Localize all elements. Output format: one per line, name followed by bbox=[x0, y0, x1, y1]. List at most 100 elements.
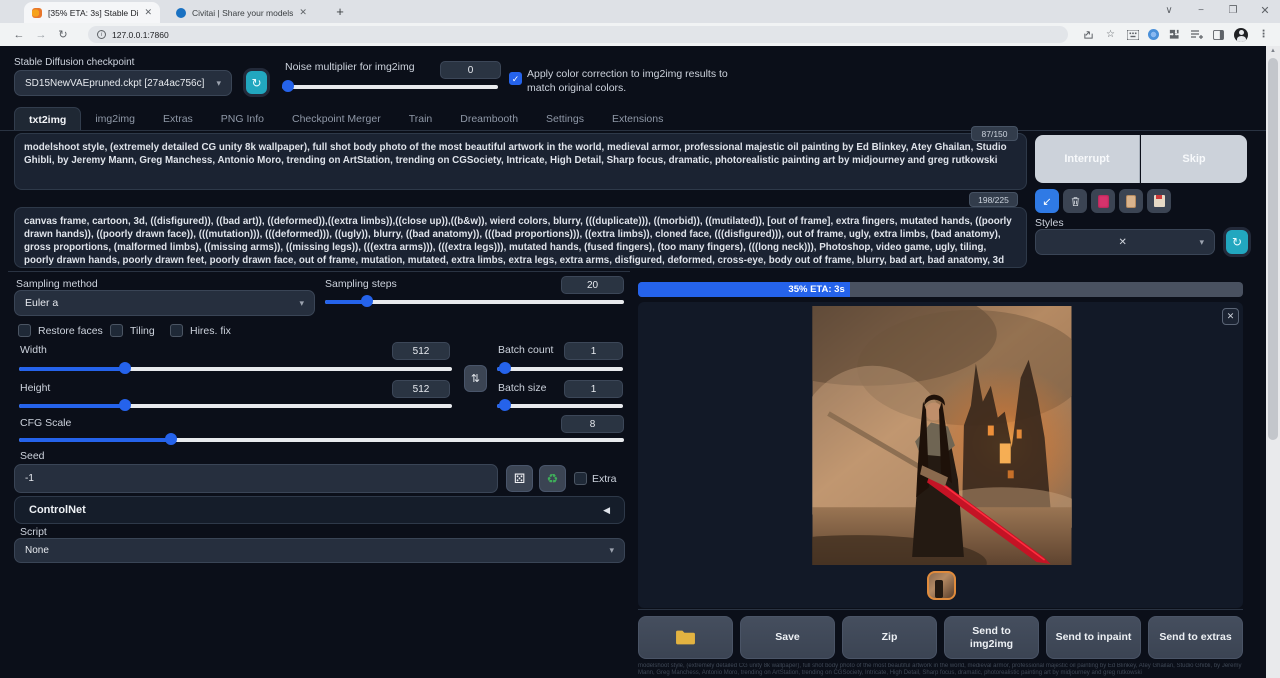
tab-settings[interactable]: Settings bbox=[532, 107, 598, 131]
noise-multiplier-label: Noise multiplier for img2img bbox=[285, 61, 415, 73]
window-close-button[interactable]: ✕ bbox=[1250, 0, 1280, 23]
tab-dreambooth[interactable]: Dreambooth bbox=[446, 107, 532, 131]
seed-input[interactable]: -1 bbox=[14, 464, 498, 493]
batch-count-input[interactable]: 1 bbox=[564, 342, 623, 360]
tab-checkpoint-merger[interactable]: Checkpoint Merger bbox=[278, 107, 395, 131]
save-icon bbox=[1154, 195, 1165, 207]
color-correction-checkbox[interactable]: ✓ bbox=[509, 72, 522, 85]
browser-menu-icon[interactable]: ⋮ bbox=[1257, 28, 1270, 41]
bookmark-star-icon[interactable]: ☆ bbox=[1104, 28, 1117, 41]
negative-token-counter: 198/225 bbox=[969, 192, 1018, 207]
share-icon[interactable] bbox=[1082, 28, 1095, 41]
color-correction-label: Apply color correction to img2img result… bbox=[527, 67, 737, 95]
window-chevron-icon[interactable]: ∨ bbox=[1154, 0, 1184, 23]
noise-multiplier-slider[interactable] bbox=[282, 80, 498, 92]
browser-tabstrip: [35% ETA: 3s] Stable Diffusion ✕ Civitai… bbox=[0, 0, 1280, 23]
page-info-icon[interactable]: i bbox=[97, 30, 106, 39]
extra-networks-button[interactable] bbox=[1091, 189, 1115, 213]
hires-fix-checkbox[interactable] bbox=[170, 324, 183, 337]
side-panel-icon[interactable] bbox=[1212, 28, 1225, 41]
sampling-steps-input[interactable]: 20 bbox=[561, 276, 624, 294]
reload-icon[interactable]: ↻ bbox=[52, 28, 74, 41]
window-minimize-button[interactable]: − bbox=[1186, 0, 1216, 23]
save-style-button[interactable] bbox=[1147, 189, 1171, 213]
generated-image[interactable] bbox=[812, 306, 1072, 565]
back-icon[interactable]: ← bbox=[8, 29, 30, 41]
send-to-img2img-button[interactable]: Send to img2img bbox=[944, 616, 1039, 659]
batch-count-slider[interactable] bbox=[497, 362, 623, 374]
refresh-checkpoint-button[interactable]: ↻ bbox=[246, 71, 267, 94]
send-to-extras-button[interactable]: Send to extras bbox=[1148, 616, 1243, 659]
tiling-checkbox[interactable] bbox=[110, 324, 123, 337]
restore-faces-checkbox[interactable] bbox=[18, 324, 31, 337]
prompt-textarea[interactable]: modelshoot style, (extremely detailed CG… bbox=[14, 133, 1027, 190]
window-maximize-button[interactable]: ❐ bbox=[1218, 0, 1248, 23]
browser-tab-civitai[interactable]: Civitai | Share your models ✕ bbox=[168, 2, 320, 23]
controlnet-accordion[interactable]: ControlNet ◀ bbox=[14, 496, 625, 524]
skip-button[interactable]: Skip bbox=[1141, 135, 1247, 183]
noise-multiplier-input[interactable]: 0 bbox=[440, 61, 501, 79]
interrupt-button[interactable]: Interrupt bbox=[1035, 135, 1140, 183]
browser-tab-stable-diffusion[interactable]: [35% ETA: 3s] Stable Diffusion ✕ bbox=[24, 2, 160, 23]
tab-train[interactable]: Train bbox=[395, 107, 447, 131]
scrollbar-up-icon[interactable]: ▲ bbox=[1266, 48, 1280, 54]
apply-style-button[interactable] bbox=[1119, 189, 1143, 213]
tab-close-icon[interactable]: ✕ bbox=[144, 7, 152, 18]
width-input[interactable]: 512 bbox=[392, 342, 450, 360]
extension-grid-icon[interactable] bbox=[1126, 28, 1139, 41]
height-label: Height bbox=[20, 382, 50, 394]
forward-icon[interactable]: → bbox=[30, 29, 52, 41]
cfg-scale-input[interactable]: 8 bbox=[561, 415, 624, 433]
extension-blue-icon[interactable] bbox=[1148, 29, 1159, 40]
generation-info-text: modelshoot style, (extremely detailed CG… bbox=[638, 663, 1243, 678]
refresh-styles-button[interactable]: ↻ bbox=[1226, 230, 1248, 254]
checkpoint-label: Stable Diffusion checkpoint bbox=[14, 57, 134, 68]
paste-params-button[interactable]: ↙ bbox=[1035, 189, 1059, 213]
sampling-steps-slider[interactable] bbox=[325, 295, 624, 307]
progress-text: 35% ETA: 3s bbox=[788, 284, 844, 295]
extra-seed-checkbox[interactable] bbox=[574, 472, 587, 485]
tab-extensions[interactable]: Extensions bbox=[598, 107, 677, 131]
tiling-label: Tiling bbox=[130, 325, 155, 337]
random-seed-dice-button[interactable]: ⚄ bbox=[506, 465, 533, 492]
script-label: Script bbox=[20, 526, 47, 538]
tab-txt2img[interactable]: txt2img bbox=[14, 107, 81, 131]
cfg-scale-slider[interactable] bbox=[19, 433, 624, 445]
address-bar[interactable]: i 127.0.0.1:7860 bbox=[88, 26, 1068, 43]
send-to-inpaint-button[interactable]: Send to inpaint bbox=[1046, 616, 1141, 659]
new-tab-button[interactable]: + bbox=[332, 4, 348, 20]
swap-width-height-button[interactable]: ⇅ bbox=[464, 365, 487, 392]
save-button[interactable]: Save bbox=[740, 616, 835, 659]
gradio-favicon-icon bbox=[32, 8, 42, 18]
tab-img2img[interactable]: img2img bbox=[81, 107, 149, 131]
tab-extras[interactable]: Extras bbox=[149, 107, 207, 131]
extensions-puzzle-icon[interactable] bbox=[1168, 28, 1181, 41]
width-slider[interactable] bbox=[19, 362, 452, 374]
clipboard-icon bbox=[1126, 195, 1136, 208]
reading-list-icon[interactable] bbox=[1190, 28, 1203, 41]
sampling-method-dropdown[interactable]: Euler a ▾ bbox=[14, 290, 315, 316]
app-tab-bar: txt2img img2img Extras PNG Info Checkpoi… bbox=[14, 107, 677, 131]
batch-size-input[interactable]: 1 bbox=[564, 380, 623, 398]
height-input[interactable]: 512 bbox=[392, 380, 450, 398]
zip-button[interactable]: Zip bbox=[842, 616, 937, 659]
script-dropdown[interactable]: None ▾ bbox=[14, 538, 625, 563]
scrollbar-thumb[interactable] bbox=[1268, 58, 1278, 440]
batch-size-slider[interactable] bbox=[497, 399, 623, 411]
tab-png-info[interactable]: PNG Info bbox=[207, 107, 278, 131]
clear-prompt-button[interactable] bbox=[1063, 189, 1087, 213]
close-preview-icon[interactable]: ✕ bbox=[1222, 308, 1239, 325]
reuse-seed-recycle-button[interactable]: ♻ bbox=[539, 465, 566, 492]
open-folder-button[interactable] bbox=[638, 616, 733, 659]
tab-close-icon[interactable]: ✕ bbox=[299, 7, 307, 18]
clear-styles-icon[interactable]: ✕ bbox=[1119, 237, 1127, 248]
height-slider[interactable] bbox=[19, 399, 452, 411]
negative-prompt-textarea[interactable]: canvas frame, cartoon, 3d, ((disfigured)… bbox=[14, 207, 1027, 268]
folder-icon bbox=[675, 629, 696, 646]
checkpoint-dropdown[interactable]: SD15NewVAEpruned.ckpt [27a4ac756c] ▾ bbox=[14, 70, 232, 96]
gallery-thumbnail[interactable] bbox=[927, 571, 956, 600]
profile-avatar[interactable] bbox=[1234, 28, 1248, 42]
styles-dropdown[interactable]: ✕ ▾ bbox=[1035, 229, 1215, 255]
page-scrollbar[interactable]: ▲ bbox=[1266, 46, 1280, 678]
hires-fix-label: Hires. fix bbox=[190, 325, 231, 337]
